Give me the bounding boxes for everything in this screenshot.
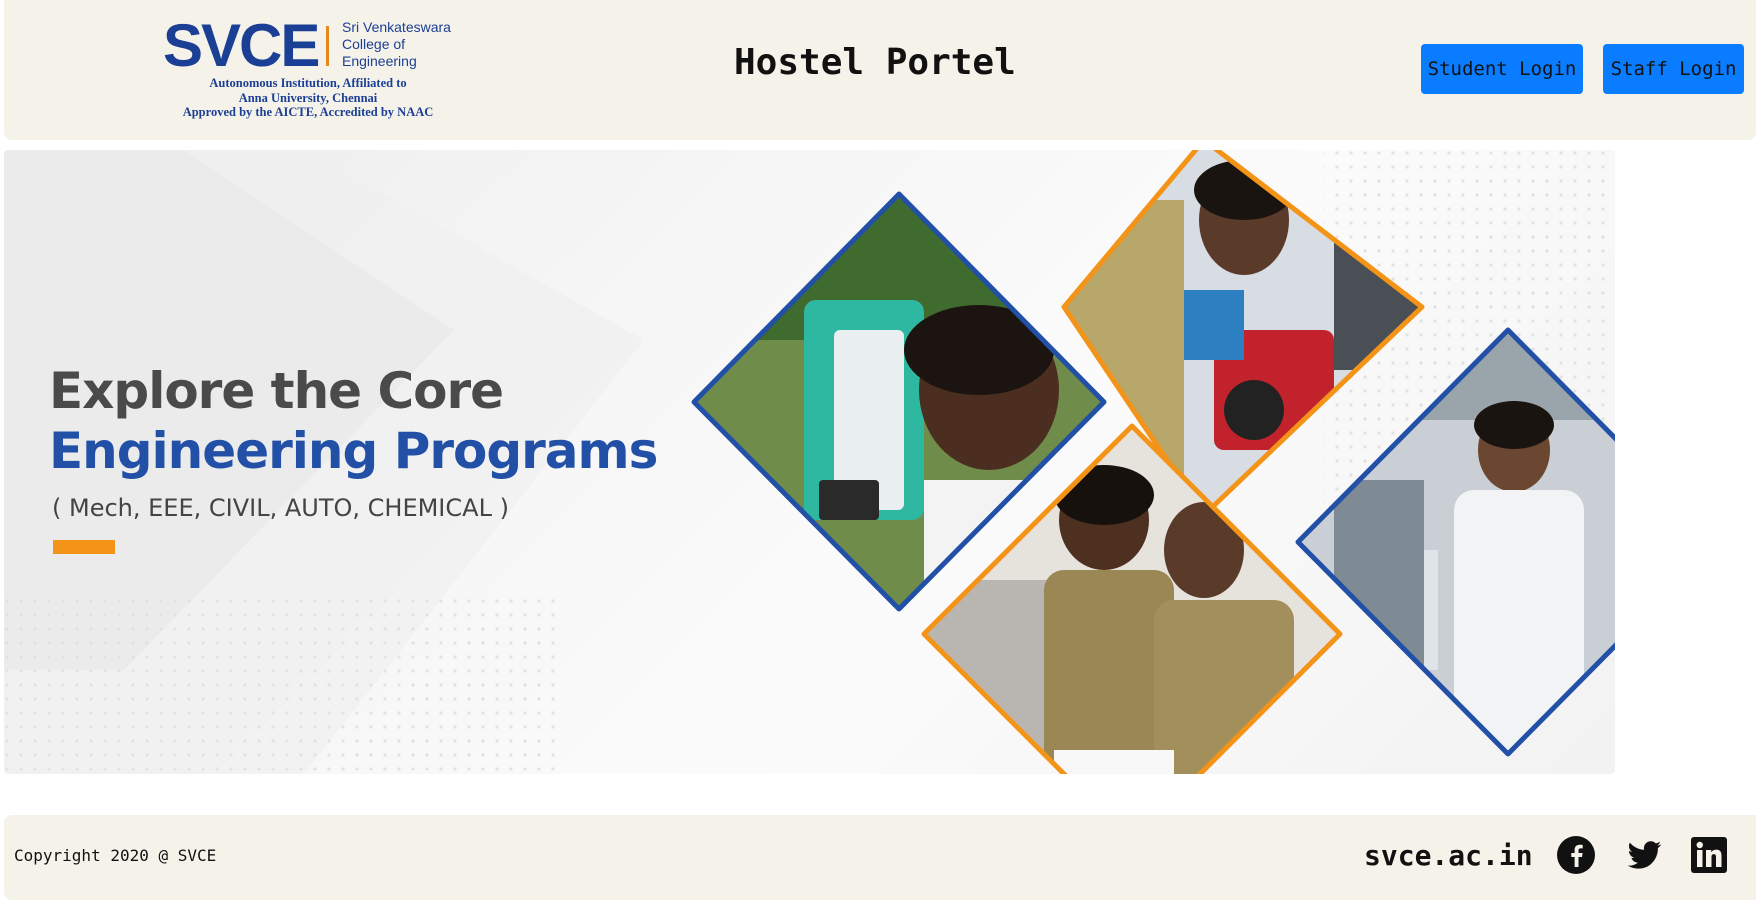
site-footer: Copyright 2020 @ SVCE svce.ac.in xyxy=(4,815,1756,900)
website-link[interactable]: svce.ac.in xyxy=(1364,839,1533,872)
student-login-button[interactable]: Student Login xyxy=(1421,44,1583,94)
logo-tagline-line: Approved by the AICTE, Accredited by NAA… xyxy=(182,105,434,119)
banner-accent-bar xyxy=(53,540,115,554)
logo-tagline-line: Anna University, Chennai xyxy=(238,90,378,105)
logo-wordmark: SVCE xyxy=(163,12,320,79)
facebook-icon[interactable] xyxy=(1556,835,1596,875)
banner-programs-list: ( Mech, EEE, CIVIL, AUTO, CHEMICAL ) xyxy=(52,494,509,522)
logo-tagline-line: Autonomous Institution, Affiliated to xyxy=(209,76,407,90)
logo-institute-line: College of xyxy=(342,36,406,52)
logo-institute-name: Sri Venkateswara College of Engineering xyxy=(342,19,462,70)
svce-logo[interactable]: SVCE Sri Venkateswara College of Enginee… xyxy=(163,16,453,122)
hero-banner: Explore the Core Engineering Programs ( … xyxy=(4,150,1615,774)
staff-login-button[interactable]: Staff Login xyxy=(1603,44,1744,94)
copyright-text: Copyright 2020 @ SVCE xyxy=(14,846,217,865)
linkedin-icon[interactable] xyxy=(1689,835,1729,875)
logo-tagline: Autonomous Institution, Affiliated to An… xyxy=(163,76,453,120)
site-header: SVCE Sri Venkateswara College of Enginee… xyxy=(4,0,1756,140)
banner-heading-primary: Explore the Core xyxy=(49,362,504,420)
logo-divider xyxy=(326,26,329,66)
page-title: Hostel Portel xyxy=(734,42,1016,83)
logo-institute-line: Sri Venkateswara xyxy=(342,19,451,35)
logo-institute-line: Engineering xyxy=(342,53,417,69)
twitter-icon[interactable] xyxy=(1624,835,1664,875)
banner-heading-secondary: Engineering Programs xyxy=(49,422,658,480)
